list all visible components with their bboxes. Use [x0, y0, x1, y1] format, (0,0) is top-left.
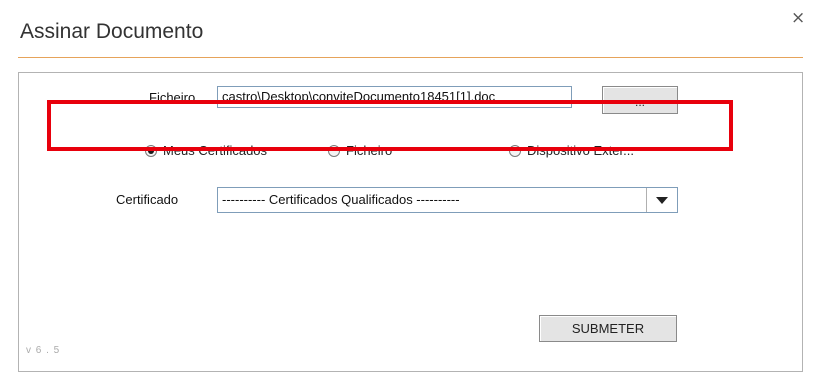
certificate-selected-value: ---------- Certificados Qualificados ---… — [222, 192, 460, 207]
version-label: v 6 . 5 — [26, 345, 61, 356]
sign-document-dialog: Assinar Documento × Ficheiro castro\Desk… — [0, 0, 817, 388]
close-icon[interactable]: × — [791, 10, 805, 27]
title-divider — [18, 57, 803, 58]
chevron-down-icon — [656, 197, 668, 204]
highlight-annotation — [47, 100, 733, 151]
certificate-label: Certificado — [116, 192, 179, 207]
dropdown-button[interactable] — [646, 188, 677, 212]
certificate-select[interactable]: ---------- Certificados Qualificados ---… — [217, 187, 678, 213]
submit-button[interactable]: SUBMETER — [539, 315, 677, 342]
dialog-title: Assinar Documento — [20, 20, 204, 43]
